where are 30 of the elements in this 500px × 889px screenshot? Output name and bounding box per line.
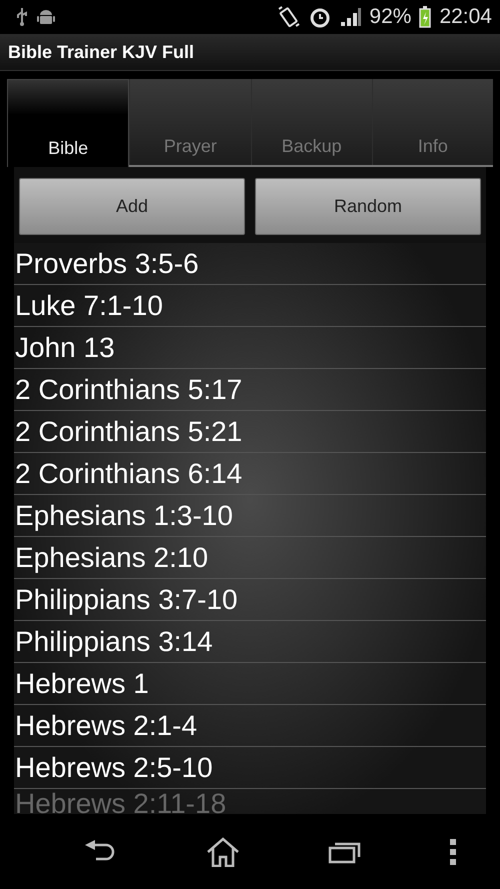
list-item[interactable]: Ephesians 1:3-10 (14, 495, 486, 537)
usb-icon (16, 7, 28, 27)
android-icon (36, 7, 56, 27)
list-item[interactable]: Luke 7:1-10 (14, 285, 486, 327)
list-item[interactable]: Ephesians 2:10 (14, 537, 486, 579)
list-item[interactable]: Hebrews 1 (14, 663, 486, 705)
tab[interactable]: Info (372, 79, 493, 165)
vibrate-icon (277, 6, 302, 28)
clock-time: 22:04 (439, 5, 492, 29)
list-item[interactable]: 2 Corinthians 5:17 (14, 369, 486, 411)
list-item[interactable]: Hebrews 2:5-10 (14, 747, 486, 789)
list-item[interactable]: Philippians 3:7-10 (14, 579, 486, 621)
tab[interactable]: Prayer (129, 79, 250, 165)
app-title: Bible Trainer KJV Full (8, 42, 194, 62)
list-item[interactable]: 2 Corinthians 6:14 (14, 453, 486, 495)
battery-icon (419, 6, 432, 28)
list-item[interactable]: 2 Corinthians 5:21 (14, 411, 486, 453)
list-item[interactable]: Philippians 3:14 (14, 621, 486, 663)
list-item[interactable]: Hebrews 2:1-4 (14, 705, 486, 747)
alarm-icon (309, 6, 332, 28)
signal-icon (339, 8, 362, 26)
menu-icon[interactable] (450, 838, 456, 864)
action-button[interactable]: Add (19, 178, 245, 235)
home-icon[interactable] (206, 836, 240, 866)
tab[interactable]: Backup (250, 79, 372, 165)
tab[interactable]: Bible (7, 79, 130, 167)
action-button[interactable]: Random (255, 178, 481, 235)
list-item[interactable]: John 13 (14, 327, 486, 369)
battery-percent: 92% (369, 5, 412, 29)
list-item[interactable]: Proverbs 3:5-6 (14, 243, 486, 285)
